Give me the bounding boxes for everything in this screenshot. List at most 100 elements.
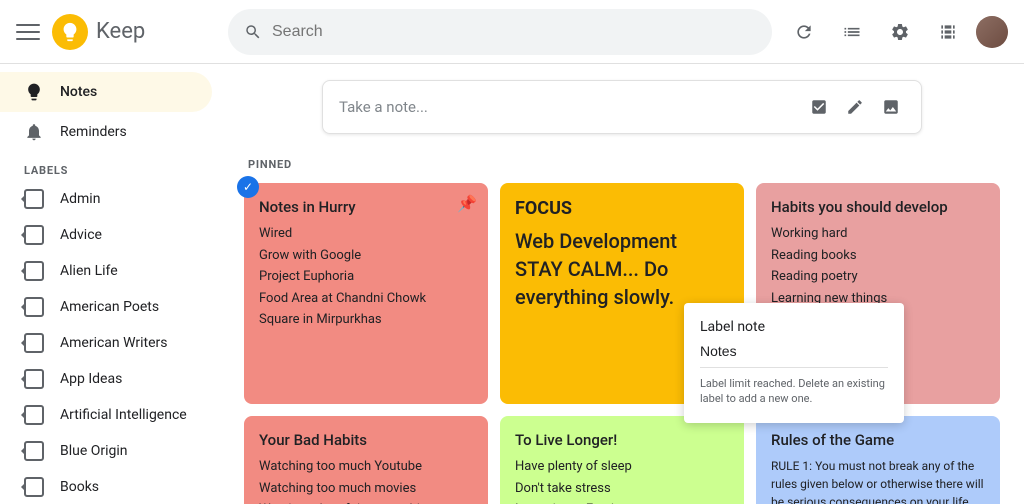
notes-icon bbox=[24, 82, 44, 102]
label-icon bbox=[24, 297, 44, 317]
sidebar-reminders-label: Reminders bbox=[60, 124, 127, 140]
label-icon bbox=[24, 261, 44, 281]
search-bar[interactable] bbox=[228, 9, 772, 55]
list-view-button[interactable] bbox=[832, 12, 872, 52]
sidebar-label-admin[interactable]: Admin bbox=[0, 181, 212, 217]
label-advice-text: Advice bbox=[60, 227, 102, 243]
image-icon[interactable] bbox=[877, 93, 905, 121]
label-american-poets-text: American Poets bbox=[60, 299, 159, 315]
label-american-writers-text: American Writers bbox=[60, 335, 168, 351]
pinned-check: ✓ bbox=[237, 176, 259, 198]
note-title: To Live Longer! bbox=[515, 431, 729, 449]
app-title: Keep bbox=[96, 19, 145, 44]
sidebar-label-books[interactable]: Books bbox=[0, 469, 212, 504]
label-books-text: Books bbox=[60, 479, 99, 495]
sidebar-item-reminders[interactable]: Reminders bbox=[0, 112, 212, 152]
avatar[interactable] bbox=[976, 16, 1008, 48]
note-title: Habits you should develop bbox=[771, 198, 985, 216]
label-icon bbox=[24, 477, 44, 497]
checkbox-icon[interactable] bbox=[805, 93, 833, 121]
bulb-icon bbox=[59, 21, 81, 43]
label-icon bbox=[24, 405, 44, 425]
note-item: Food Area at Chandni Chowk bbox=[259, 289, 473, 309]
note-item: Have plenty of sleep bbox=[515, 457, 729, 477]
apps-icon bbox=[938, 22, 958, 42]
note-body: Have plenty of sleep Don't take stress I… bbox=[515, 457, 729, 504]
note-item: Don't take stress bbox=[515, 479, 729, 499]
take-note-placeholder: Take a note... bbox=[339, 98, 797, 116]
logo-area: Keep bbox=[52, 14, 145, 50]
label-icon bbox=[24, 441, 44, 461]
topbar: Keep bbox=[0, 0, 1024, 64]
note-item: Reading books bbox=[771, 246, 985, 266]
note-body: RULE 1: You must not break any of the ru… bbox=[771, 457, 985, 504]
note-body: Web DevelopmentSTAY CALM... Do everythin… bbox=[515, 227, 729, 311]
note-title: Your Bad Habits bbox=[259, 431, 473, 449]
label-icon bbox=[24, 333, 44, 353]
refresh-button[interactable] bbox=[784, 12, 824, 52]
note-item: Wasting a lot of time watching news bbox=[259, 500, 473, 504]
settings-icon bbox=[890, 22, 910, 42]
remind-action[interactable]: 🔔 bbox=[259, 340, 287, 368]
sidebar-label-advice[interactable]: Advice bbox=[0, 217, 212, 253]
menu-icon[interactable] bbox=[16, 20, 40, 44]
note-item: Grow with Google bbox=[259, 246, 473, 266]
label-icon bbox=[24, 369, 44, 389]
color-action[interactable]: 🎨 bbox=[323, 340, 351, 368]
settings-button[interactable] bbox=[880, 12, 920, 52]
note-item: Watching too much Youtube bbox=[259, 457, 473, 477]
note-title: Rules of the Game bbox=[771, 431, 985, 449]
sidebar-label-blue-origin[interactable]: Blue Origin bbox=[0, 433, 212, 469]
label-app-ideas-text: App Ideas bbox=[60, 371, 122, 387]
search-input[interactable] bbox=[272, 23, 756, 41]
more-action[interactable]: ⋮ bbox=[387, 340, 415, 368]
collaborator-action[interactable]: 👤 bbox=[547, 321, 575, 349]
note-item: Square in Mirpurkhas bbox=[259, 310, 473, 330]
pen-icon[interactable] bbox=[841, 93, 869, 121]
note-item: Intermittent Fasting bbox=[515, 500, 729, 504]
image-action[interactable]: 🖼 bbox=[355, 340, 383, 368]
reminders-icon bbox=[24, 122, 44, 142]
apps-button[interactable] bbox=[928, 12, 968, 52]
sidebar-label-artificial-intelligence[interactable]: Artificial Intelligence bbox=[0, 397, 212, 433]
take-note-icons bbox=[805, 93, 905, 121]
note-body: Wired Grow with Google Project Euphoria … bbox=[259, 224, 473, 330]
refresh-icon bbox=[794, 22, 814, 42]
note-card-live-longer[interactable]: To Live Longer! Have plenty of sleep Don… bbox=[500, 416, 744, 504]
label-icon bbox=[24, 189, 44, 209]
note-title: FOCUS bbox=[515, 198, 729, 219]
sidebar-label-app-ideas[interactable]: App Ideas bbox=[0, 361, 212, 397]
collaborator-action[interactable]: 👤 bbox=[291, 340, 319, 368]
pinned-label: PINNED bbox=[244, 158, 1000, 171]
note-item: Watching too much movies bbox=[259, 479, 473, 499]
note-body: Watching too much Youtube Watching too m… bbox=[259, 457, 473, 504]
remind-action[interactable]: 🔔 bbox=[515, 321, 543, 349]
sidebar-label-american-poets[interactable]: American Poets bbox=[0, 289, 212, 325]
note-item: Working hard bbox=[771, 224, 985, 244]
color-action[interactable]: 🎨 bbox=[579, 321, 607, 349]
search-icon bbox=[244, 23, 262, 41]
sidebar-label-american-writers[interactable]: American Writers bbox=[0, 325, 212, 361]
notes-grid-container: ✓ Notes in Hurry Wired Grow with Google … bbox=[244, 183, 1000, 504]
label-admin-text: Admin bbox=[60, 191, 100, 207]
image-action[interactable]: 🖼 bbox=[611, 321, 639, 349]
note-item: Wired bbox=[259, 224, 473, 244]
label-ai-text: Artificial Intelligence bbox=[60, 407, 187, 423]
pin-icon[interactable]: 📌 bbox=[457, 194, 477, 213]
note-item: Project Euphoria bbox=[259, 267, 473, 287]
label-popup-warning: Label limit reached. Delete an existing … bbox=[700, 376, 888, 407]
labels-section-header: LABELS bbox=[0, 152, 220, 181]
more-action[interactable]: ⋮ bbox=[643, 321, 671, 349]
main-layout: Notes Reminders LABELS Admin Advice Alie… bbox=[0, 64, 1024, 504]
sidebar-label-alien-life[interactable]: Alien Life bbox=[0, 253, 212, 289]
label-blue-origin-text: Blue Origin bbox=[60, 443, 128, 459]
take-note-bar[interactable]: Take a note... bbox=[322, 80, 922, 134]
sidebar-item-notes[interactable]: Notes bbox=[0, 72, 212, 112]
note-title: Notes in Hurry bbox=[259, 198, 473, 216]
note-card-bad-habits[interactable]: Your Bad Habits Watching too much Youtub… bbox=[244, 416, 488, 504]
note-card-notes-in-hurry[interactable]: ✓ Notes in Hurry Wired Grow with Google … bbox=[244, 183, 488, 404]
list-view-icon bbox=[842, 22, 862, 42]
note-card-rules[interactable]: Rules of the Game RULE 1: You must not b… bbox=[756, 416, 1000, 504]
label-alien-life-text: Alien Life bbox=[60, 263, 118, 279]
label-search-input[interactable] bbox=[700, 343, 881, 359]
